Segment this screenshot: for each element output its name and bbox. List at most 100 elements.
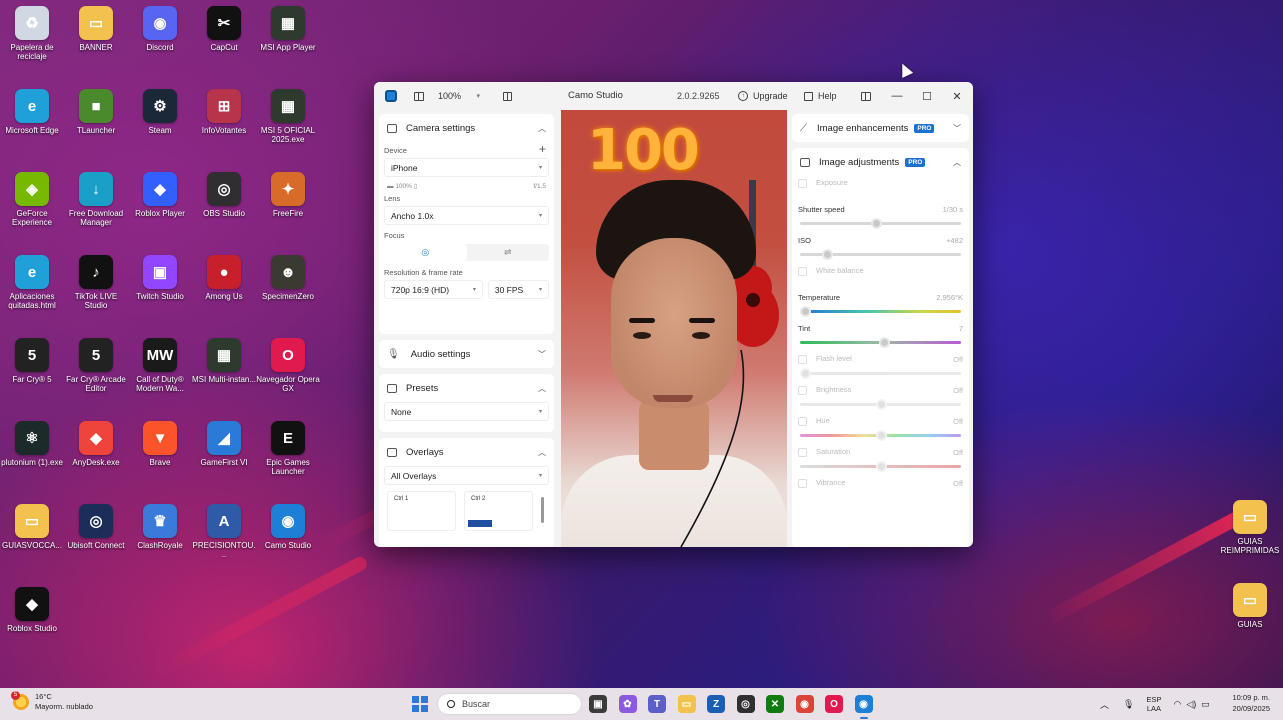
xbox-icon[interactable]: ✕ <box>766 695 784 713</box>
desktop-icon[interactable]: O Navegador Opera GX <box>256 338 320 393</box>
file-explorer-icon[interactable]: ▭ <box>677 695 696 713</box>
adjustment-slider[interactable] <box>800 337 961 348</box>
desktop-icon[interactable]: ▦ MSI Multi-instan... <box>192 338 256 384</box>
desktop-icon[interactable]: ● Among Us <box>192 255 256 301</box>
desktop-icon[interactable]: ♛ ClashRoyale <box>128 504 192 550</box>
microphone-tray-icon[interactable]: 🎙︎ <box>1123 699 1134 710</box>
desktop-icon[interactable]: MW Call of Duty® Modern Wa... <box>128 338 192 393</box>
desktop-icon[interactable]: ◉ Discord <box>128 6 192 52</box>
desktop-icon[interactable]: ◉ Camo Studio <box>256 504 320 550</box>
image-adjustments-header[interactable]: Image adjustments PRO ︿ <box>792 148 969 176</box>
clock[interactable]: 10:09 p. m. 20/09/2025 <box>1232 692 1270 714</box>
desktop-icon[interactable]: ▭ BANNER <box>64 6 128 52</box>
panel-toggle-button[interactable] <box>851 82 881 110</box>
task-view-icon[interactable]: ▣ <box>589 695 607 713</box>
focus-mode-toggle[interactable]: ◎ ⇌ <box>384 244 549 261</box>
desktop-icon[interactable]: ↓ Free Download Manager <box>64 172 128 227</box>
presets-header[interactable]: Presets ︿ <box>379 374 554 402</box>
title-bar[interactable]: 100% ▾ Camo Studio 2.0.2.9265 ↑ Upgrade … <box>374 82 973 110</box>
adjustment-slider[interactable] <box>800 249 961 260</box>
desktop-icon[interactable]: ◎ OBS Studio <box>192 172 256 218</box>
resolution-select[interactable]: 720p 16:9 (HD) ▾ <box>384 280 483 299</box>
adjustment-checkbox[interactable] <box>798 447 807 457</box>
desktop-icon[interactable]: ☻ SpecimenZero <box>256 255 320 301</box>
desktop-icon[interactable]: ✂ CapCut <box>192 6 256 52</box>
desktop-icon[interactable]: 5 Far Cry® Arcade Editor <box>64 338 128 393</box>
wifi-icon[interactable]: ◠ <box>1173 699 1181 710</box>
desktop-icon[interactable]: e Microsoft Edge <box>0 89 64 135</box>
volume-icon[interactable]: ◁) <box>1186 699 1196 710</box>
adjustment-checkbox[interactable] <box>798 266 807 276</box>
desktop-icon[interactable]: ⚙ Steam <box>128 89 192 135</box>
fps-select[interactable]: 30 FPS ▾ <box>487 280 549 299</box>
obs-taskbar-icon[interactable]: ◎ <box>736 695 755 713</box>
photoshop-icon[interactable]: Z <box>707 695 725 713</box>
adjustment-checkbox[interactable] <box>798 416 807 426</box>
sidebar-toggle-icon[interactable] <box>412 82 426 110</box>
overlay-scrollbar[interactable] <box>541 497 544 523</box>
camo-taskbar-icon[interactable]: ◉ <box>854 695 873 719</box>
image-enhancements-header[interactable]: ⟋ Image enhancements PRO ﹀ <box>792 114 969 142</box>
desktop-icon[interactable]: ■ TLauncher <box>64 89 128 135</box>
slider-thumb[interactable] <box>870 218 882 229</box>
adjustment-checkbox[interactable] <box>798 178 807 188</box>
battery-tray-icon[interactable]: ▭ <box>1201 699 1210 710</box>
lens-select[interactable]: Ancho 1.0x ▾ <box>384 206 549 225</box>
adjustment-slider[interactable] <box>799 306 961 317</box>
adjustment-slider[interactable] <box>800 461 961 472</box>
help-button[interactable]: Help <box>799 87 842 105</box>
desktop-icon[interactable]: ⊞ InfoVotantes <box>192 89 256 135</box>
teams-icon[interactable]: T <box>648 695 666 713</box>
desktop-icon[interactable]: ✦ FreeFire <box>256 172 320 218</box>
slider-thumb[interactable] <box>822 249 834 260</box>
desktop-icon[interactable]: ◎ Ubisoft Connect <box>64 504 128 550</box>
close-button[interactable]: ✕ <box>942 82 972 110</box>
desktop-icon[interactable]: ◈ GeForce Experience <box>0 172 64 227</box>
desktop-icon[interactable]: ▭ GUIASVOCCA... <box>0 504 64 550</box>
zoom-select[interactable]: 100% ▾ <box>434 87 484 105</box>
desktop-icon[interactable]: ▣ Twitch Studio <box>128 255 192 301</box>
taskbar-search[interactable]: Buscar <box>437 693 582 715</box>
adjustment-checkbox[interactable] <box>798 354 807 364</box>
chrome-icon[interactable]: ◉ <box>795 695 814 713</box>
desktop-icon[interactable]: ▭ GUIAS REIMPRIMIDAS <box>1218 500 1282 555</box>
start-button[interactable] <box>412 696 428 712</box>
slider-thumb[interactable] <box>875 399 887 410</box>
overlay-filter-select[interactable]: All Overlays ▾ <box>384 466 549 485</box>
desktop-icon[interactable]: ▦ MSI App Player <box>256 6 320 52</box>
desktop-icon[interactable]: ▼ Brave <box>128 421 192 467</box>
overlays-header[interactable]: Overlays ︿ <box>379 438 554 466</box>
preset-select[interactable]: None ▾ <box>384 402 549 421</box>
adjustment-slider[interactable] <box>800 399 961 410</box>
auto-focus-icon[interactable]: ◎ <box>384 244 467 261</box>
manual-focus-icon[interactable]: ⇌ <box>467 244 550 261</box>
device-select[interactable]: iPhone ▾ <box>384 158 549 177</box>
desktop-icon[interactable]: ♻ Papelera de reciclaje <box>0 6 64 61</box>
slider-thumb[interactable] <box>875 461 887 472</box>
desktop-icon[interactable]: ▦ MSI 5 OFICIAL 2025.exe <box>256 89 320 144</box>
desktop-icon[interactable]: ♪ TikTok LIVE Studio <box>64 255 128 310</box>
adjustment-checkbox[interactable] <box>798 385 807 395</box>
copilot-icon[interactable]: ✿ <box>618 695 637 713</box>
minimize-button[interactable]: — <box>882 82 912 110</box>
overlay-slot-2[interactable]: Ctrl 2 <box>464 491 533 531</box>
desktop-icon[interactable]: ⚛ plutonium (1).exe <box>0 421 64 467</box>
chevron-up-icon[interactable]: ︿ <box>1100 698 1109 711</box>
adjustment-slider[interactable] <box>800 218 961 229</box>
split-view-icon[interactable] <box>500 82 514 110</box>
desktop-icon[interactable]: e Aplicaciones quitadas.html <box>0 255 64 310</box>
language-indicator[interactable]: ESP LAA <box>1146 695 1161 713</box>
opera-taskbar-icon[interactable]: O <box>825 695 843 713</box>
slider-thumb[interactable] <box>799 368 811 379</box>
adjustment-checkbox[interactable] <box>798 478 807 488</box>
slider-thumb[interactable] <box>878 337 890 348</box>
adjustment-slider[interactable] <box>800 430 961 441</box>
desktop-icon[interactable]: ▭ GUIAS <box>1218 583 1282 629</box>
desktop-icon[interactable]: 5 Far Cry® 5 <box>0 338 64 384</box>
desktop-icon[interactable]: ◆ AnyDesk.exe <box>64 421 128 467</box>
upgrade-button[interactable]: ↑ Upgrade <box>733 87 793 105</box>
add-device-icon[interactable]: + <box>539 142 546 156</box>
audio-settings-header[interactable]: 🎙︎ Audio settings ﹀ <box>379 340 554 368</box>
desktop-icon[interactable]: ◆ Roblox Player <box>128 172 192 218</box>
slider-thumb[interactable] <box>875 430 887 441</box>
